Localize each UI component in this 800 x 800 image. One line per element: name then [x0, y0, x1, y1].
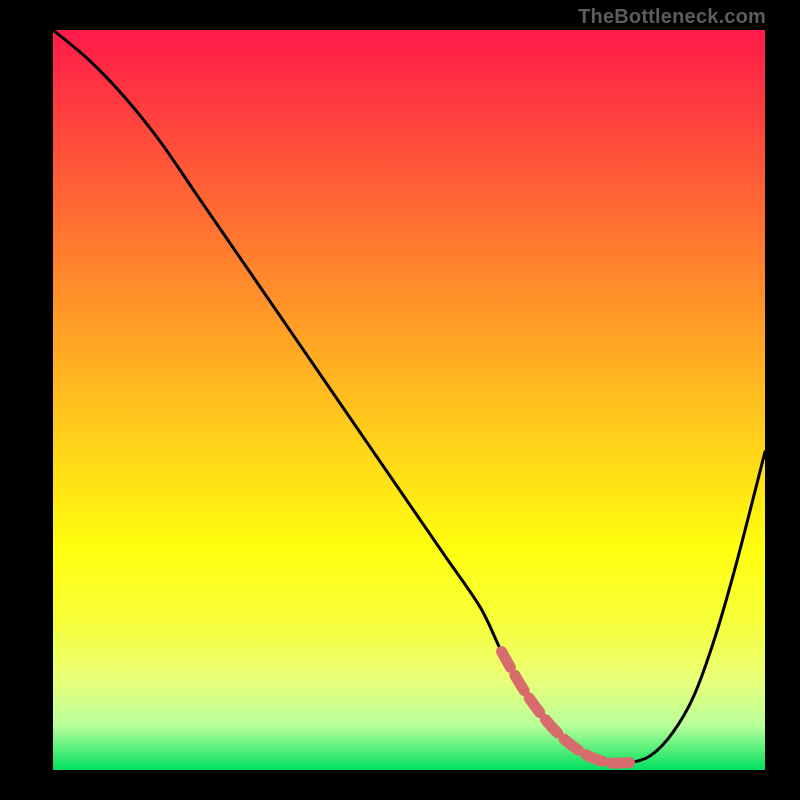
optimal-highlight: [502, 652, 630, 764]
curve-line: [53, 30, 765, 764]
plot-area: [53, 30, 765, 770]
chart-frame: TheBottleneck.com: [0, 0, 800, 800]
watermark-text: TheBottleneck.com: [578, 6, 766, 29]
bottleneck-curve: [53, 30, 765, 770]
